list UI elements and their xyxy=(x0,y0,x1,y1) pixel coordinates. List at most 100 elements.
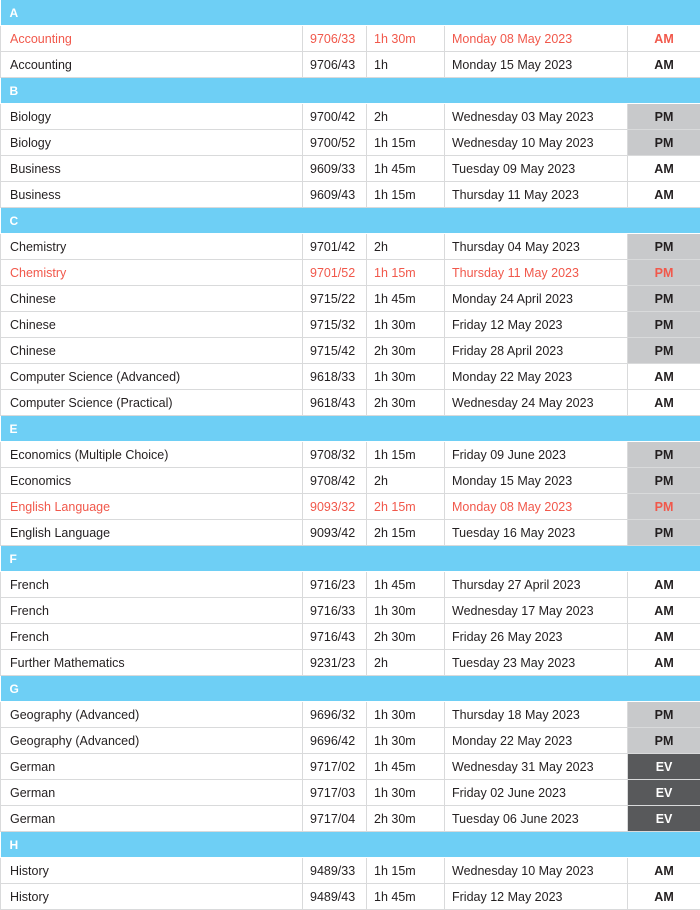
cell-date: Thursday 11 May 2023 xyxy=(445,260,628,286)
cell-syllabus-code: 9717/03 xyxy=(303,780,367,806)
cell-subject: German xyxy=(1,754,303,780)
table-row: Economics9708/422hMonday 15 May 2023PM xyxy=(1,468,700,494)
section-header-row: A xyxy=(1,0,700,26)
cell-date: Friday 12 May 2023 xyxy=(445,884,628,910)
cell-date: Friday 02 June 2023 xyxy=(445,780,628,806)
cell-session: PM xyxy=(628,520,700,546)
cell-subject: French xyxy=(1,598,303,624)
table-row: German9717/031h 30mFriday 02 June 2023EV xyxy=(1,780,700,806)
table-row: Accounting9706/431hMonday 15 May 2023AM xyxy=(1,52,700,78)
cell-syllabus-code: 9708/42 xyxy=(303,468,367,494)
cell-date: Tuesday 06 June 2023 xyxy=(445,806,628,832)
table-row: Chinese9715/321h 30mFriday 12 May 2023PM xyxy=(1,312,700,338)
cell-subject: Geography (Advanced) xyxy=(1,702,303,728)
table-row: Accounting9706/331h 30mMonday 08 May 202… xyxy=(1,26,700,52)
cell-session: PM xyxy=(628,260,700,286)
cell-syllabus-code: 9716/43 xyxy=(303,624,367,650)
cell-date: Wednesday 10 May 2023 xyxy=(445,858,628,884)
cell-subject: Economics xyxy=(1,468,303,494)
cell-duration: 1h 45m xyxy=(367,156,445,182)
cell-duration: 1h 15m xyxy=(367,442,445,468)
cell-date: Thursday 18 May 2023 xyxy=(445,702,628,728)
cell-session: EV xyxy=(628,780,700,806)
cell-syllabus-code: 9618/33 xyxy=(303,364,367,390)
section-letter: B xyxy=(1,78,700,104)
table-row: History9489/331h 15mWednesday 10 May 202… xyxy=(1,858,700,884)
cell-syllabus-code: 9609/33 xyxy=(303,156,367,182)
cell-session: AM xyxy=(628,858,700,884)
cell-subject: Biology xyxy=(1,130,303,156)
cell-date: Wednesday 17 May 2023 xyxy=(445,598,628,624)
cell-session: EV xyxy=(628,806,700,832)
table-row: German9717/021h 45mWednesday 31 May 2023… xyxy=(1,754,700,780)
cell-subject: English Language xyxy=(1,494,303,520)
cell-subject: Chinese xyxy=(1,338,303,364)
cell-duration: 2h 30m xyxy=(367,390,445,416)
cell-date: Monday 15 May 2023 xyxy=(445,52,628,78)
cell-subject: French xyxy=(1,624,303,650)
cell-duration: 2h 15m xyxy=(367,520,445,546)
cell-duration: 1h 15m xyxy=(367,130,445,156)
section-letter: C xyxy=(1,208,700,234)
section-header-row: F xyxy=(1,546,700,572)
table-row: Chinese9715/422h 30mFriday 28 April 2023… xyxy=(1,338,700,364)
cell-session: AM xyxy=(628,364,700,390)
cell-duration: 2h xyxy=(367,234,445,260)
cell-session: AM xyxy=(628,182,700,208)
cell-date: Wednesday 03 May 2023 xyxy=(445,104,628,130)
cell-session: AM xyxy=(628,598,700,624)
cell-syllabus-code: 9696/32 xyxy=(303,702,367,728)
cell-syllabus-code: 9715/32 xyxy=(303,312,367,338)
exam-timetable-table: AAccounting9706/331h 30mMonday 08 May 20… xyxy=(0,0,700,910)
cell-syllabus-code: 9717/02 xyxy=(303,754,367,780)
cell-subject: English Language xyxy=(1,520,303,546)
section-header-row: G xyxy=(1,676,700,702)
cell-duration: 2h 30m xyxy=(367,624,445,650)
cell-duration: 2h 15m xyxy=(367,494,445,520)
section-header-row: C xyxy=(1,208,700,234)
cell-syllabus-code: 9093/42 xyxy=(303,520,367,546)
cell-date: Thursday 04 May 2023 xyxy=(445,234,628,260)
cell-session: AM xyxy=(628,884,700,910)
cell-date: Tuesday 09 May 2023 xyxy=(445,156,628,182)
cell-subject: History xyxy=(1,858,303,884)
cell-duration: 2h xyxy=(367,104,445,130)
table-row: Business9609/431h 15mThursday 11 May 202… xyxy=(1,182,700,208)
cell-syllabus-code: 9701/52 xyxy=(303,260,367,286)
cell-session: PM xyxy=(628,338,700,364)
section-letter: F xyxy=(1,546,700,572)
cell-date: Friday 09 June 2023 xyxy=(445,442,628,468)
table-row: Business9609/331h 45mTuesday 09 May 2023… xyxy=(1,156,700,182)
cell-subject: Chemistry xyxy=(1,260,303,286)
cell-duration: 2h xyxy=(367,650,445,676)
table-row: French9716/432h 30mFriday 26 May 2023AM xyxy=(1,624,700,650)
table-row: English Language9093/322h 15mMonday 08 M… xyxy=(1,494,700,520)
cell-session: AM xyxy=(628,26,700,52)
cell-duration: 2h 30m xyxy=(367,806,445,832)
section-header-row: B xyxy=(1,78,700,104)
cell-session: PM xyxy=(628,286,700,312)
table-row: German9717/042h 30mTuesday 06 June 2023E… xyxy=(1,806,700,832)
cell-date: Monday 08 May 2023 xyxy=(445,494,628,520)
cell-session: PM xyxy=(628,468,700,494)
cell-duration: 1h 15m xyxy=(367,858,445,884)
cell-date: Monday 22 May 2023 xyxy=(445,728,628,754)
cell-subject: Business xyxy=(1,182,303,208)
cell-subject: Business xyxy=(1,156,303,182)
cell-duration: 1h 30m xyxy=(367,728,445,754)
cell-duration: 1h 15m xyxy=(367,182,445,208)
cell-duration: 1h xyxy=(367,52,445,78)
cell-syllabus-code: 9489/43 xyxy=(303,884,367,910)
cell-session: EV xyxy=(628,754,700,780)
cell-syllabus-code: 9489/33 xyxy=(303,858,367,884)
cell-syllabus-code: 9716/33 xyxy=(303,598,367,624)
cell-duration: 1h 30m xyxy=(367,598,445,624)
cell-duration: 1h 45m xyxy=(367,572,445,598)
timetable-body: AAccounting9706/331h 30mMonday 08 May 20… xyxy=(1,0,700,910)
cell-subject: Chinese xyxy=(1,286,303,312)
cell-session: AM xyxy=(628,156,700,182)
cell-duration: 2h 30m xyxy=(367,338,445,364)
cell-date: Thursday 27 April 2023 xyxy=(445,572,628,598)
table-row: French9716/231h 45mThursday 27 April 202… xyxy=(1,572,700,598)
section-header-row: E xyxy=(1,416,700,442)
